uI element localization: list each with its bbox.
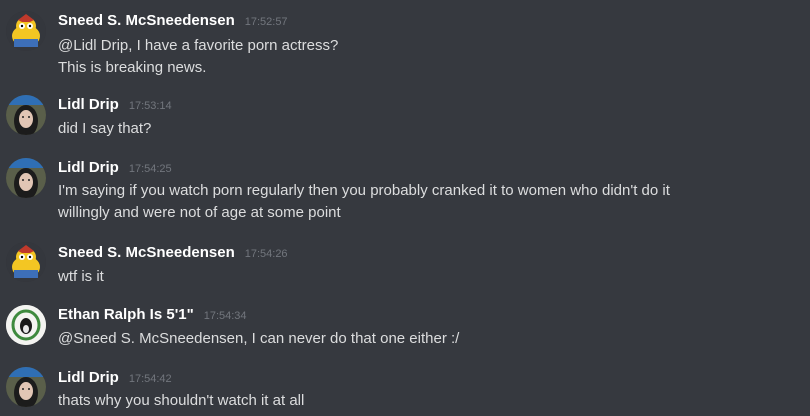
message-text: did I say that? (58, 120, 152, 137)
timestamp: 17:53:14 (128, 100, 172, 112)
username[interactable]: Lidl Drip (58, 369, 119, 386)
message-text: This is breaking news. (58, 59, 207, 76)
sneed-cartoon-avatar[interactable] (6, 11, 46, 51)
username[interactable]: Ethan Ralph Is 5'1" (58, 306, 194, 323)
username[interactable]: Sneed S. McSneedensen (58, 244, 235, 261)
message-text: I'm saying if you watch porn regularly t… (58, 182, 670, 199)
username[interactable]: Lidl Drip (58, 96, 119, 113)
message-text: thats why you shouldn't watch it at all (58, 392, 305, 409)
lidl-drip-avatar[interactable] (6, 158, 46, 198)
lidl-drip-avatar[interactable] (6, 367, 46, 407)
username[interactable]: Lidl Drip (58, 159, 119, 176)
lidl-drip-avatar[interactable] (6, 95, 46, 135)
username[interactable]: Sneed S. McSneedensen (58, 12, 235, 29)
message-text: willingly and were not of age at some po… (58, 204, 341, 221)
timestamp: 17:54:34 (203, 310, 247, 322)
chat-log: Sneed S. McSneedensen 17:52:57 @Lidl Drip… (0, 0, 810, 416)
message-text: @Sneed S. McSneedensen, I can never do t… (58, 330, 460, 347)
timestamp: 17:54:42 (128, 373, 172, 385)
ethan-ralph-avatar[interactable] (6, 305, 46, 345)
timestamp: 17:54:25 (128, 163, 172, 175)
sneed-cartoon-avatar[interactable] (6, 242, 46, 282)
timestamp: 17:54:26 (244, 248, 288, 260)
message-text: @Lidl Drip, I have a favorite porn actre… (58, 37, 339, 54)
message-text: wtf is it (58, 268, 104, 285)
timestamp: 17:52:57 (244, 16, 288, 28)
